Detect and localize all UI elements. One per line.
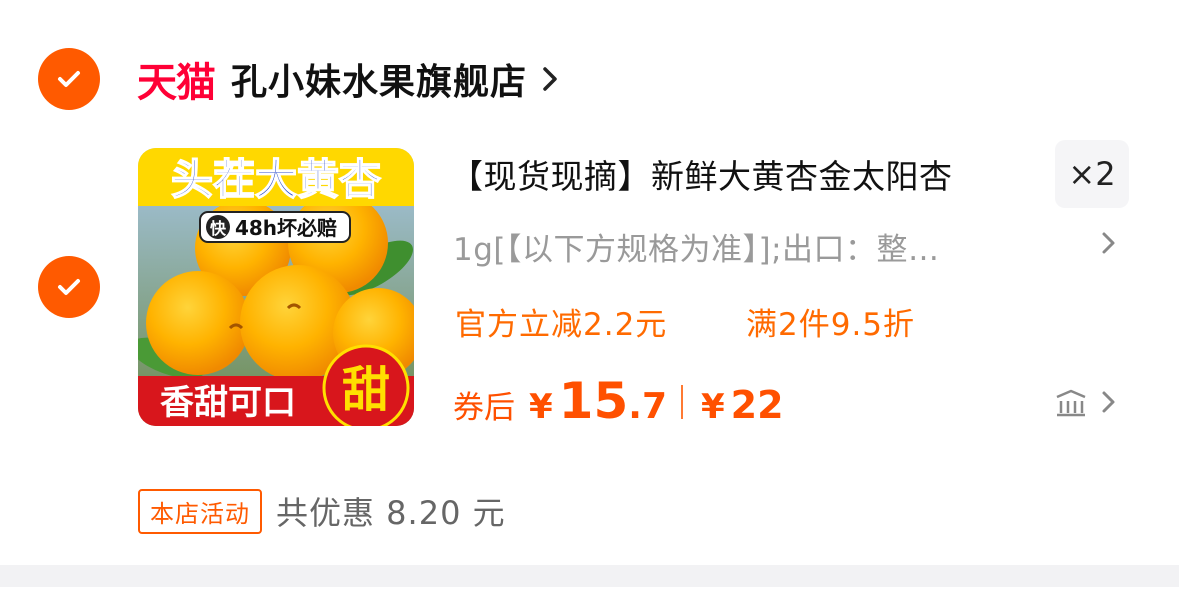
check-icon: [58, 279, 80, 295]
total-discount-text: 共优惠 8.20 元: [276, 494, 506, 532]
image-badge-text: 48h坏必赔: [235, 216, 337, 240]
image-bottom-slogan: 香甜可口: [160, 383, 296, 423]
apricot-product-photo: 头茬大黄杏 快 48h坏必赔 香甜可口 甜: [138, 148, 414, 426]
store-activity-badge: 本店活动: [138, 488, 262, 534]
tmall-logo: 天猫: [137, 60, 216, 106]
promo-official-discount: 官方立减2.2元: [455, 307, 668, 343]
quantity-badge[interactable]: ×2: [1055, 140, 1129, 208]
shop-name[interactable]: 孔小妹水果旗舰店: [231, 53, 527, 105]
price-integer: 15: [558, 372, 629, 430]
price-compare-icon[interactable]: [1054, 388, 1088, 418]
section-separator: [0, 565, 1179, 587]
original-currency-symbol: ¥: [701, 387, 725, 427]
product-spec[interactable]: 1g[【以下方规格为准】];出口：整…: [453, 224, 940, 269]
after-coupon-label: 券后: [453, 390, 515, 426]
currency-symbol: ¥: [529, 387, 553, 427]
item-select-checkbox[interactable]: [38, 256, 100, 318]
promo-multi-buy: 满2件9.5折: [746, 307, 916, 343]
chevron-right-icon[interactable]: [1100, 388, 1116, 416]
chevron-right-icon[interactable]: [1100, 229, 1116, 257]
store-activity-row[interactable]: 本店活动 共优惠 8.20 元: [138, 488, 506, 534]
product-title[interactable]: 【现货现摘】新鲜大黄杏金太阳杏: [450, 150, 953, 198]
next-card-edge: [0, 587, 1179, 612]
order-item-card: 天猫 孔小妹水果旗舰店 头茬大黄杏 快 48h坏必赔 香甜可口 甜 【现货现摘】…: [0, 0, 1179, 565]
shop-select-checkbox[interactable]: [38, 48, 100, 110]
shop-header[interactable]: 天猫 孔小妹水果旗舰店: [137, 50, 559, 108]
image-sweet-seal: 甜: [342, 362, 390, 418]
image-badge-icon: 快: [210, 219, 227, 238]
price-decimal: .7: [628, 386, 667, 427]
product-image[interactable]: 头茬大黄杏 快 48h坏必赔 香甜可口 甜: [138, 148, 414, 426]
original-price: 22: [730, 383, 784, 427]
price-divider: [681, 385, 683, 419]
price-row: 券后 ¥ 15 .7 ¥ 22: [453, 372, 784, 432]
chevron-right-icon[interactable]: [541, 64, 559, 94]
check-icon: [58, 71, 80, 87]
image-headline: 头茬大黄杏: [171, 155, 381, 204]
